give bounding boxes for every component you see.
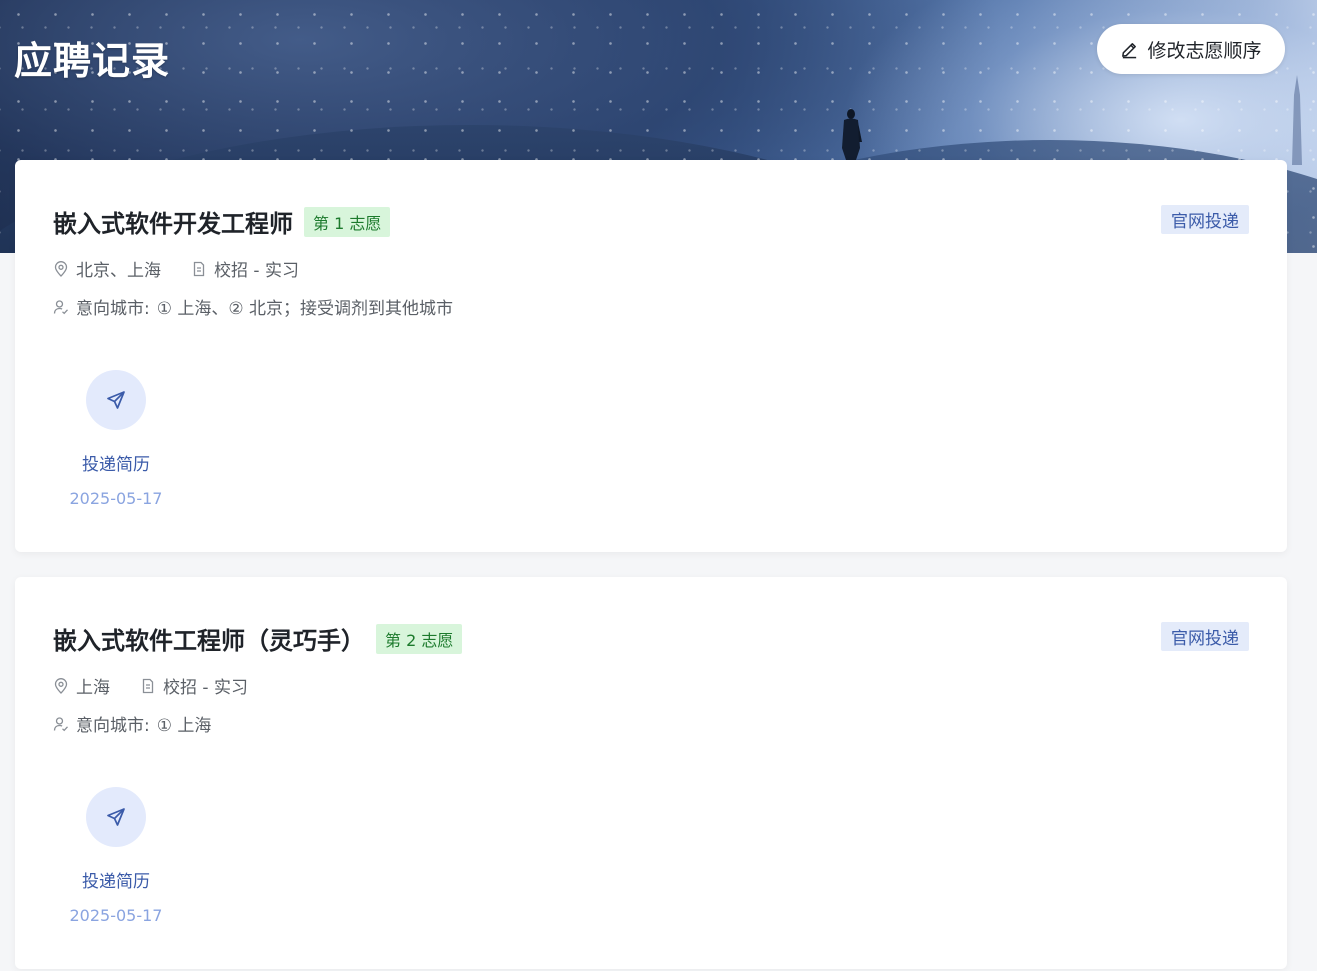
step-label: 投递简历 [82, 872, 150, 892]
job-type-text: 校招 - 实习 [214, 261, 299, 281]
step-date: 2025-05-17 [69, 489, 163, 508]
job-title-row: 嵌入式软件工程师（灵巧手） 第 2 志愿 [53, 621, 463, 656]
step-icon-circle [86, 370, 146, 430]
intent-city-row: 意向城市: ① 上海 [53, 711, 211, 736]
job-title[interactable]: 嵌入式软件工程师（灵巧手） [53, 621, 365, 656]
preference-badge: 第 1 志愿 [304, 206, 391, 237]
preference-badge: 第 2 志愿 [376, 623, 463, 654]
document-icon [193, 261, 205, 276]
location-pin-icon [54, 260, 68, 277]
intent-city-row: 意向城市: ① 上海、② 北京；接受调剂到其他城市 [53, 294, 453, 319]
location-item: 北京、上海 [53, 256, 161, 281]
location-pin-icon [54, 677, 68, 694]
page-title: 应聘记录 [14, 39, 171, 83]
job-meta-row: 上海 校招 - 实习 [53, 673, 278, 698]
intent-label: 意向城市: [76, 299, 150, 319]
job-meta-row: 北京、上海 校招 - 实习 [53, 256, 329, 281]
job-title-row: 嵌入式软件开发工程师 第 1 志愿 [53, 204, 391, 239]
intent-value: ① 上海、② 北京；接受调剂到其他城市 [156, 299, 454, 319]
timeline-step: 投递简历 2025-05-17 [55, 370, 177, 508]
job-type-item: 校招 - 实习 [140, 673, 248, 698]
pencil-icon [1122, 42, 1137, 58]
application-card[interactable]: 嵌入式软件工程师（灵巧手） 第 2 志愿 官网投递 上海 校招 - 实习 意向城… [15, 577, 1287, 969]
step-date: 2025-05-17 [69, 906, 163, 925]
user-check-icon [53, 299, 68, 314]
document-icon [142, 678, 154, 693]
step-icon-circle [86, 787, 146, 847]
paper-plane-icon [107, 391, 125, 409]
timeline-step: 投递简历 2025-05-17 [55, 787, 177, 925]
intent-label: 意向城市: [76, 716, 150, 736]
edit-preference-order-button[interactable]: 修改志愿顺序 [1097, 24, 1285, 74]
job-type-text: 校招 - 实习 [163, 678, 248, 698]
application-card[interactable]: 嵌入式软件开发工程师 第 1 志愿 官网投递 北京、上海 校招 - 实习 意向城… [15, 160, 1287, 552]
source-badge: 官网投递 [1161, 205, 1249, 234]
job-title[interactable]: 嵌入式软件开发工程师 [53, 204, 293, 239]
location-text: 北京、上海 [76, 261, 161, 281]
edit-button-label: 修改志愿顺序 [1147, 39, 1262, 62]
step-label: 投递简历 [82, 455, 150, 475]
source-badge: 官网投递 [1161, 622, 1249, 651]
paper-plane-icon [107, 808, 125, 826]
user-check-icon [53, 716, 68, 731]
banner-tower [1292, 75, 1302, 165]
banner-figure [842, 109, 862, 160]
intent-value: ① 上海 [156, 716, 212, 736]
job-type-item: 校招 - 实习 [191, 256, 299, 281]
location-item: 上海 [53, 673, 110, 698]
location-text: 上海 [76, 678, 110, 698]
